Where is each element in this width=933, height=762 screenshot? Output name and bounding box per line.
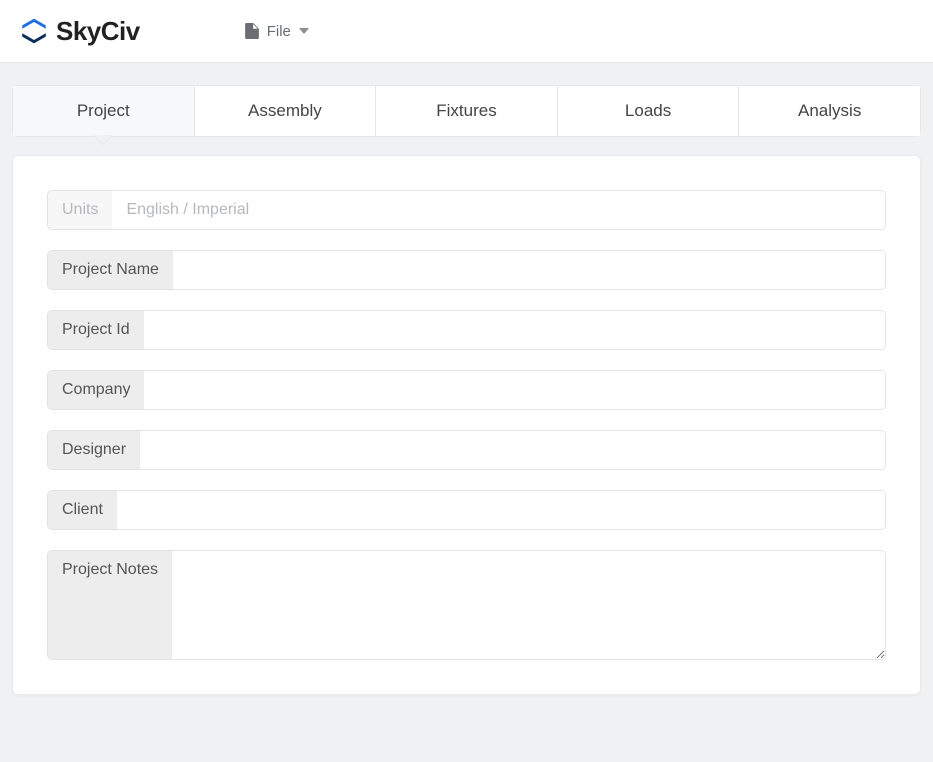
brand: SkyCiv	[20, 16, 140, 47]
project-id-label: Project Id	[48, 311, 144, 349]
chevron-down-icon	[299, 26, 309, 36]
tab-project-label: Project	[77, 101, 130, 120]
tab-assembly-label: Assembly	[248, 101, 322, 120]
project-name-row: Project Name	[47, 250, 886, 290]
designer-input[interactable]	[140, 431, 885, 469]
tab-loads[interactable]: Loads	[558, 86, 740, 136]
units-value: English / Imperial	[112, 191, 885, 229]
designer-label: Designer	[48, 431, 140, 469]
file-icon	[245, 23, 259, 39]
project-name-input[interactable]	[173, 251, 885, 289]
project-notes-label: Project Notes	[48, 551, 172, 659]
file-menu-label: File	[267, 23, 291, 40]
company-label: Company	[48, 371, 144, 409]
tab-loads-label: Loads	[625, 101, 671, 120]
project-id-input[interactable]	[144, 311, 885, 349]
tab-assembly[interactable]: Assembly	[195, 86, 377, 136]
tabs: Project Assembly Fixtures Loads Analysis	[12, 85, 921, 137]
file-menu[interactable]: File	[245, 23, 309, 40]
project-panel: Units English / Imperial Project Name Pr…	[12, 155, 921, 695]
client-row: Client	[47, 490, 886, 530]
company-input[interactable]	[144, 371, 885, 409]
client-input[interactable]	[117, 491, 885, 529]
tab-analysis[interactable]: Analysis	[739, 86, 920, 136]
project-notes-input[interactable]	[172, 551, 885, 659]
project-notes-row: Project Notes	[47, 550, 886, 660]
units-row: Units English / Imperial	[47, 190, 886, 230]
tab-project[interactable]: Project	[13, 86, 195, 136]
skyciv-logo-icon	[20, 17, 48, 45]
tab-analysis-label: Analysis	[798, 101, 861, 120]
company-row: Company	[47, 370, 886, 410]
brand-name: SkyCiv	[56, 16, 140, 47]
designer-row: Designer	[47, 430, 886, 470]
tab-fixtures-label: Fixtures	[436, 101, 496, 120]
project-id-row: Project Id	[47, 310, 886, 350]
page-body: Project Assembly Fixtures Loads Analysis…	[0, 63, 933, 707]
client-label: Client	[48, 491, 117, 529]
topbar: SkyCiv File	[0, 0, 933, 63]
tab-fixtures[interactable]: Fixtures	[376, 86, 558, 136]
units-label: Units	[48, 191, 112, 229]
project-name-label: Project Name	[48, 251, 173, 289]
